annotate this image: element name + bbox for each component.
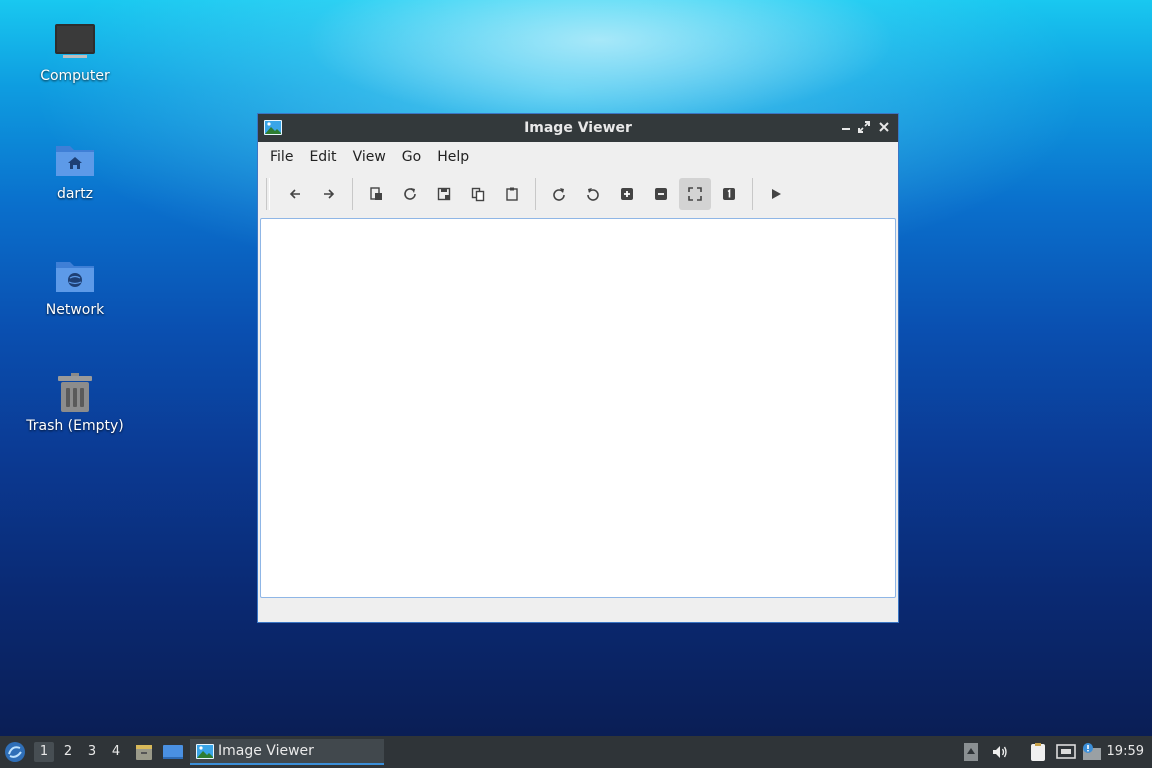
toolbar-separator <box>352 178 353 210</box>
close-icon[interactable] <box>876 119 892 135</box>
clipboard-button[interactable] <box>1027 742 1049 762</box>
forward-arrow-icon <box>324 189 335 199</box>
copy-icon <box>471 187 485 202</box>
trash-icon <box>53 372 97 412</box>
tray-expand-button[interactable] <box>963 742 979 762</box>
menu-edit[interactable]: Edit <box>301 142 344 172</box>
menu-help[interactable]: Help <box>429 142 477 172</box>
fit-to-window-icon <box>688 187 702 201</box>
workspace-4[interactable]: 4 <box>106 742 126 762</box>
rotate-clockwise-icon <box>553 188 565 201</box>
clock[interactable]: 19:59 <box>1107 744 1144 759</box>
desktop-icon-label: Network <box>45 302 105 318</box>
network-status-button[interactable] <box>1055 742 1077 762</box>
image-viewer-window: Image Viewer File Edit View Go Help <box>257 113 899 623</box>
toolbar <box>258 172 898 216</box>
toolbar-separator <box>752 178 753 210</box>
desktop-icon-label: Computer <box>40 68 110 84</box>
rotate-counterclockwise-icon <box>587 188 599 201</box>
original-size-icon <box>723 188 735 200</box>
back-arrow-icon <box>289 189 300 199</box>
menu-go[interactable]: Go <box>394 142 429 172</box>
menu-file[interactable]: File <box>262 142 301 172</box>
save-icon <box>437 187 451 201</box>
fit-to-window-button[interactable] <box>679 178 711 210</box>
update-notification-icon <box>1083 743 1101 760</box>
minimize-icon[interactable] <box>838 119 854 135</box>
paste-icon <box>506 187 518 201</box>
chevron-up-icon <box>964 743 978 761</box>
home-folder-icon <box>53 140 97 180</box>
copy-button[interactable] <box>462 178 494 210</box>
workspace-3[interactable]: 3 <box>82 742 102 762</box>
show-desktop-launcher[interactable] <box>162 742 184 762</box>
window-titlebar[interactable]: Image Viewer <box>258 114 898 142</box>
open-file-icon <box>370 187 382 200</box>
desktop-icon-label: dartz <box>56 186 94 202</box>
image-viewer-app-icon <box>264 120 282 135</box>
original-size-button[interactable] <box>713 178 745 210</box>
taskbar-task-image-viewer[interactable]: Image Viewer <box>190 739 384 765</box>
image-viewer-app-icon <box>196 743 214 759</box>
lxqt-logo-icon <box>5 742 25 762</box>
toolbar-separator <box>535 178 536 210</box>
network-wired-icon <box>1056 744 1076 759</box>
reload-button[interactable] <box>394 178 426 210</box>
rotate-counterclockwise-button[interactable] <box>577 178 609 210</box>
zoom-out-button[interactable] <box>645 178 677 210</box>
desktop-icon-home-folder[interactable]: dartz <box>20 140 130 202</box>
taskbar: 1 2 3 4 Image Viewer 19:59 <box>0 736 1152 768</box>
desktop-icon-trash[interactable]: Trash (Empty) <box>20 372 130 434</box>
zoom-in-icon <box>621 188 633 200</box>
volume-icon <box>993 746 1007 758</box>
forward-button[interactable] <box>313 178 345 210</box>
maximize-icon[interactable] <box>856 119 872 135</box>
desktop-icon-computer[interactable]: Computer <box>20 22 130 84</box>
rotate-clockwise-button[interactable] <box>543 178 575 210</box>
window-title: Image Viewer <box>524 120 632 136</box>
slideshow-play-icon <box>772 189 781 199</box>
image-canvas[interactable] <box>260 218 896 598</box>
zoom-in-button[interactable] <box>611 178 643 210</box>
status-bar <box>258 600 898 622</box>
desktop-icon-label: Trash (Empty) <box>26 418 124 434</box>
slideshow-button[interactable] <box>760 178 792 210</box>
workspace-2[interactable]: 2 <box>58 742 78 762</box>
menu-bar: File Edit View Go Help <box>258 142 898 172</box>
volume-button[interactable] <box>990 742 1010 762</box>
desktop-icon <box>163 745 183 759</box>
file-manager-launcher[interactable] <box>134 742 154 762</box>
save-button[interactable] <box>428 178 460 210</box>
clipboard-icon <box>1031 743 1045 761</box>
start-menu-button[interactable] <box>4 741 26 763</box>
desktop-icon-network[interactable]: Network <box>20 256 130 318</box>
back-button[interactable] <box>279 178 311 210</box>
workspace-1[interactable]: 1 <box>34 742 54 762</box>
open-file-button[interactable] <box>360 178 392 210</box>
paste-button[interactable] <box>496 178 528 210</box>
task-label: Image Viewer <box>218 743 314 759</box>
zoom-out-icon <box>655 188 667 200</box>
reload-icon <box>404 188 416 200</box>
network-folder-icon <box>53 256 97 296</box>
file-cabinet-icon <box>136 745 152 760</box>
menu-view[interactable]: View <box>345 142 394 172</box>
toolbar-grip[interactable] <box>266 178 270 210</box>
update-notifier-button[interactable] <box>1081 742 1103 762</box>
computer-icon <box>53 22 97 62</box>
